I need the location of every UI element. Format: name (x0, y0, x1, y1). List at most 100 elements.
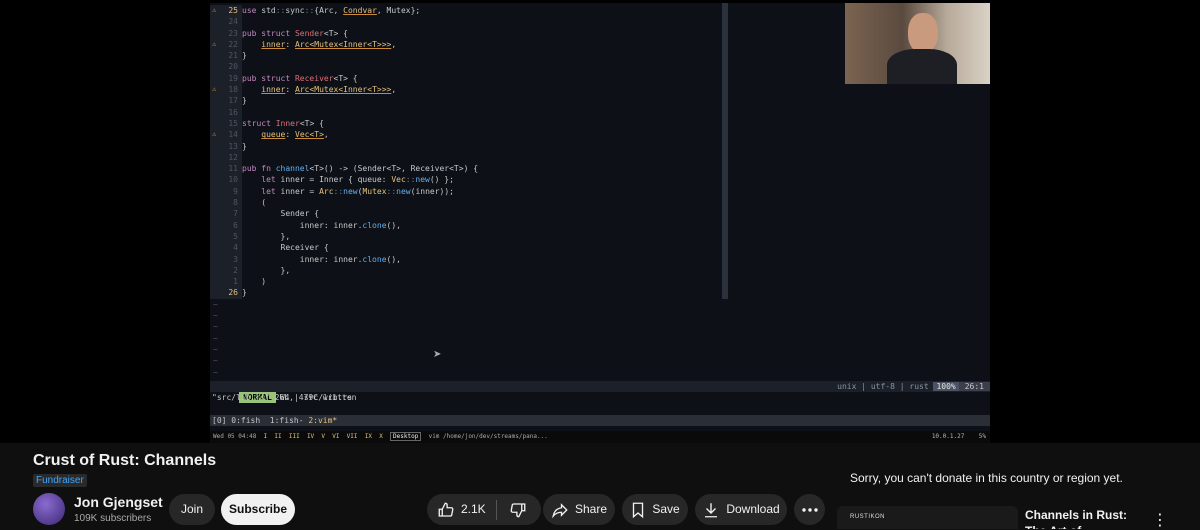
warning-icon: ⚠ (212, 85, 217, 94)
code-line: 7 Sender { (210, 208, 728, 220)
line-number: ⚠ 18 (210, 84, 242, 96)
code-line: 5 }, (210, 230, 728, 243)
code-text: } (242, 96, 247, 106)
share-icon (551, 501, 569, 519)
line-number: ⚠ 14 (210, 129, 242, 141)
code-line: 4 Receiver { (210, 242, 728, 254)
code-editor: ⚠ 25 use std::sync::{Arc, Condvar, Mutex};… (210, 5, 728, 378)
code-line: 26} (210, 287, 728, 299)
code-line: 23 pub struct Sender<T> { (210, 27, 728, 39)
code-text: ( (242, 198, 267, 208)
taskbar-clock: Wed 05 04:48 (213, 433, 257, 440)
code-line: 12 (210, 151, 728, 164)
subscribe-button[interactable]: Subscribe (221, 494, 295, 525)
download-icon (702, 501, 720, 519)
line-number: 11 (210, 163, 242, 175)
line-number: 6 (210, 219, 242, 231)
code-line: 6 inner: inner.clone(), (210, 219, 728, 231)
taskbar-window-title: vim /home/jon/dev/streams/pana... (428, 433, 548, 440)
line-number: 15 (210, 117, 242, 130)
empty-line-marker: ~ (213, 356, 218, 366)
line-number: ⚠ 25 (210, 5, 242, 17)
code-line: 11 pub fn channel<T>() -> (Sender<T>, Rec… (210, 163, 728, 175)
presenter-face (908, 13, 938, 53)
code-text: let inner = Inner { queue: Vec::new() }; (261, 175, 454, 185)
mouse-cursor-icon: ➤ (433, 349, 442, 360)
empty-line-marker: ~ (213, 344, 218, 354)
share-button[interactable]: Share (543, 494, 615, 525)
empty-line-marker: ~ (213, 311, 218, 321)
line-number: 20 (210, 61, 242, 73)
line-number: 10 (210, 174, 242, 186)
line-number: 7 (210, 208, 242, 220)
empty-line-marker: ~ (213, 322, 218, 332)
code-text: pub struct Sender<T> { (242, 28, 348, 38)
line-number: ⚠ 22 (210, 38, 242, 51)
code-line: 3 inner: inner.clone(), (210, 253, 728, 265)
vim-percent: 100% (933, 382, 959, 391)
like-button[interactable]: 2.1K (427, 494, 486, 525)
bookmark-icon (630, 501, 646, 519)
empty-line-marker: ~ (213, 299, 218, 309)
code-text: pub fn channel<T>() -> (Sender<T>, Recei… (242, 164, 479, 174)
code-line: 1 ) (210, 276, 728, 288)
code-line: 9 let inner = Arc::new(Mutex::new(inner)… (210, 185, 728, 198)
recommended-title[interactable]: Channels in Rust: The Art of Concurrency… (1025, 507, 1140, 529)
save-label: Save (652, 502, 680, 516)
code-line: ⚠ 22 inner: Arc<Mutex<Inner<T>>>, (210, 38, 728, 51)
channel-name[interactable]: Jon Gjengset (74, 494, 163, 510)
code-text: struct Inner<T> { (242, 118, 324, 128)
more-actions-button[interactable] (794, 494, 825, 525)
recommended-thumbnail[interactable]: RUSTIKON (837, 506, 1018, 529)
tmux-windows: [0] 0:fish 1:fish- (212, 416, 309, 425)
code-line: 10 let inner = Inner { queue: Vec::new()… (210, 174, 728, 186)
warning-icon: ⚠ (212, 6, 217, 14)
code-line: ⚠ 18 inner: Arc<Mutex<Inner<T>>>, (210, 84, 728, 96)
split-divider (722, 3, 728, 299)
vim-message: "src/lib.rs" 26L, 479C written (212, 393, 357, 402)
tmux-bar: [0] 0:fish 1:fish- 2:vim* (210, 415, 990, 426)
taskbar-workspaces: I II III IV V VI VII IX X (263, 433, 387, 440)
vim-position: 26:1 (958, 382, 990, 391)
empty-line-marker: ~ (213, 333, 218, 343)
fundraiser-badge[interactable]: Fundraiser (33, 474, 87, 487)
code-text: ) (242, 277, 267, 287)
code-line: 13} (210, 140, 728, 152)
line-number: 26 (210, 287, 242, 299)
recommended-more-icon[interactable]: ⋮ (1152, 510, 1168, 530)
code-text: } (242, 51, 247, 61)
line-number: 5 (210, 230, 242, 243)
subscriber-count: 109K subscribers (74, 513, 152, 524)
empty-line-marker: ~ (213, 367, 218, 377)
join-button[interactable]: Join (169, 494, 215, 525)
code-line: 15 struct Inner<T> { (210, 117, 728, 130)
line-number: 8 (210, 197, 242, 209)
channel-avatar[interactable] (33, 493, 65, 525)
code-text: }, (242, 265, 291, 275)
code-line: 16 (210, 106, 728, 118)
download-button[interactable]: Download (695, 494, 787, 525)
code-text: } (242, 141, 247, 151)
code-text: pub struct Receiver<T> { (242, 73, 358, 83)
tmux-active-window: 2:vim* (308, 416, 338, 425)
line-number: 23 (210, 27, 242, 39)
code-text: inner: Arc<Mutex<Inner<T>>>, (261, 39, 397, 49)
code-text: inner: inner.clone(), (242, 220, 401, 230)
vim-file-format: unix | utf-8 | rust (837, 382, 934, 391)
video-player[interactable]: ⚠ 25 use std::sync::{Arc, Condvar, Mutex};… (0, 0, 1200, 443)
like-dislike-group: 2.1K (427, 494, 541, 525)
line-number: 12 (210, 151, 242, 164)
save-button[interactable]: Save (622, 494, 688, 525)
line-number: 13 (210, 140, 242, 152)
line-number: 16 (210, 106, 242, 118)
download-label: Download (726, 502, 780, 516)
code-text: let inner = Arc::new(Mutex::new(inner)); (261, 186, 454, 196)
video-title: Crust of Rust: Channels (33, 452, 217, 469)
dislike-button[interactable] (497, 501, 527, 519)
code-text: inner: inner.clone(), (242, 254, 401, 264)
code-line: 21} (210, 50, 728, 62)
code-text: } (242, 288, 247, 298)
more-horizontal-icon (801, 507, 818, 513)
taskbar-desktop: Desktop (390, 432, 422, 441)
webcam-overlay (845, 3, 990, 84)
